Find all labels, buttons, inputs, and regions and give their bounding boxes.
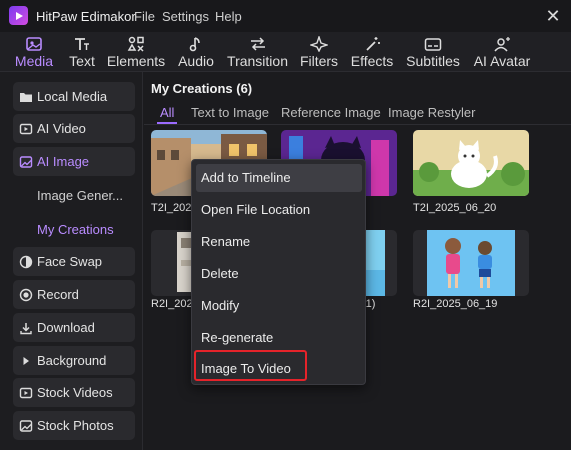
- app-logo-icon: [9, 6, 28, 25]
- sidebar-item-stock-videos[interactable]: Stock Videos: [13, 378, 135, 407]
- sidebar-item-label: Record: [37, 287, 79, 302]
- tab-all[interactable]: All: [160, 105, 174, 120]
- sidebar-item-ai-image[interactable]: AI Image: [13, 147, 135, 176]
- ai-image-icon: [19, 155, 33, 169]
- card-label: R2I_202: [151, 298, 193, 310]
- tool-label: Media: [14, 53, 54, 69]
- menu-item-add-to-timeline[interactable]: Add to Timeline: [196, 164, 362, 192]
- tab-image-restyler[interactable]: Image Restyler: [388, 105, 475, 120]
- tool-label: Filters: [299, 53, 339, 69]
- menu-item-open-file-location[interactable]: Open File Location: [196, 196, 362, 224]
- tool-filters[interactable]: Filters: [299, 32, 339, 72]
- text-icon: [75, 38, 89, 50]
- tab-reference-image[interactable]: Reference Image: [281, 105, 381, 120]
- folder-icon: [19, 90, 33, 104]
- sidebar-item-label: Local Media: [37, 89, 108, 104]
- sidebar-item-label: Face Swap: [37, 254, 103, 269]
- menu-file[interactable]: File: [134, 9, 155, 24]
- main-toolbar: Media Text Elements Audio Transition Fil…: [0, 32, 571, 72]
- creation-card[interactable]: [413, 230, 529, 296]
- stock-photos-icon: [19, 419, 33, 433]
- tool-label: Elements: [106, 53, 166, 69]
- context-menu: Add to Timeline Open File Location Renam…: [191, 159, 366, 385]
- sidebar-item-label: AI Image: [37, 154, 90, 169]
- menu-help[interactable]: Help: [215, 9, 242, 24]
- menu-item-rename[interactable]: Rename: [196, 228, 362, 256]
- sidebar-item-label: Stock Videos: [37, 385, 113, 400]
- effects-icon: [366, 37, 380, 51]
- close-icon[interactable]: ✕: [541, 5, 565, 27]
- menu-item-delete[interactable]: Delete: [196, 260, 362, 288]
- tool-label: Audio: [178, 53, 214, 69]
- tool-text[interactable]: Text: [66, 32, 98, 72]
- tool-audio[interactable]: Audio: [178, 32, 214, 72]
- sidebar-item-face-swap[interactable]: Face Swap: [13, 247, 135, 276]
- record-icon: [19, 288, 33, 302]
- kids-thumbnail: [413, 230, 529, 296]
- tab-text-to-image[interactable]: Text to Image: [191, 105, 269, 120]
- background-icon: [19, 354, 33, 368]
- card-label: R2I_2025_06_19: [413, 298, 498, 310]
- transition-icon: [250, 37, 265, 51]
- app-title: HitPaw Edimakor: [36, 9, 136, 24]
- sidebar-item-record[interactable]: Record: [13, 280, 135, 309]
- tool-ai-avatar[interactable]: AI Avatar: [474, 32, 530, 72]
- ai-avatar-icon: [494, 37, 510, 52]
- tool-elements[interactable]: Elements: [106, 32, 166, 72]
- sidebar-item-ai-video[interactable]: AI Video: [13, 114, 135, 143]
- tool-label: Effects: [350, 53, 394, 69]
- menu-item-re-generate[interactable]: Re-generate: [196, 324, 362, 352]
- card-label: T2I_202: [151, 202, 192, 214]
- menu-settings[interactable]: Settings: [162, 9, 209, 24]
- menu-item-modify[interactable]: Modify: [196, 292, 362, 320]
- title-bar: HitPaw Edimakor File Settings Help ✕: [0, 0, 571, 32]
- ai-video-icon: [19, 122, 33, 136]
- media-icon: [26, 37, 42, 51]
- download-icon: [19, 321, 33, 335]
- sidebar-item-label: Background: [37, 353, 107, 368]
- sidebar-item-background[interactable]: Background: [13, 346, 135, 375]
- sidebar: Local Media AI Video AI Image Image Gene…: [0, 72, 143, 450]
- stock-videos-icon: [19, 386, 33, 400]
- elements-icon: [127, 36, 144, 52]
- tool-media[interactable]: Media: [12, 32, 56, 72]
- tool-subtitles[interactable]: Subtitles: [406, 32, 460, 72]
- tool-label: AI Avatar: [473, 53, 531, 69]
- sidebar-item-download[interactable]: Download: [13, 313, 135, 342]
- white-cat-thumbnail: [413, 130, 529, 196]
- sidebar-subitem-my-creations[interactable]: My Creations: [37, 222, 114, 237]
- audio-icon: [189, 37, 200, 52]
- sidebar-subitem-image-generator[interactable]: Image Gener...: [37, 188, 123, 203]
- sidebar-item-label: Stock Photos: [37, 418, 114, 433]
- sidebar-item-local-media[interactable]: Local Media: [13, 82, 135, 111]
- tool-label: Text: [69, 53, 95, 69]
- tool-transition[interactable]: Transition: [227, 32, 288, 72]
- sidebar-item-stock-photos[interactable]: Stock Photos: [13, 411, 135, 440]
- tool-label: Subtitles: [406, 53, 460, 69]
- card-label: T2I_2025_06_20: [413, 202, 497, 214]
- tool-label: Transition: [227, 53, 288, 69]
- highlight-box: [194, 350, 307, 381]
- face-swap-icon: [19, 255, 33, 269]
- tabs-divider: [144, 124, 571, 125]
- creation-card[interactable]: [413, 130, 529, 196]
- tool-effects[interactable]: Effects: [351, 32, 393, 72]
- sidebar-item-label: AI Video: [37, 121, 86, 136]
- filters-icon: [310, 36, 328, 52]
- subtitles-icon: [424, 38, 442, 51]
- panel-title: My Creations (6): [151, 81, 253, 96]
- sidebar-item-label: Download: [37, 320, 95, 335]
